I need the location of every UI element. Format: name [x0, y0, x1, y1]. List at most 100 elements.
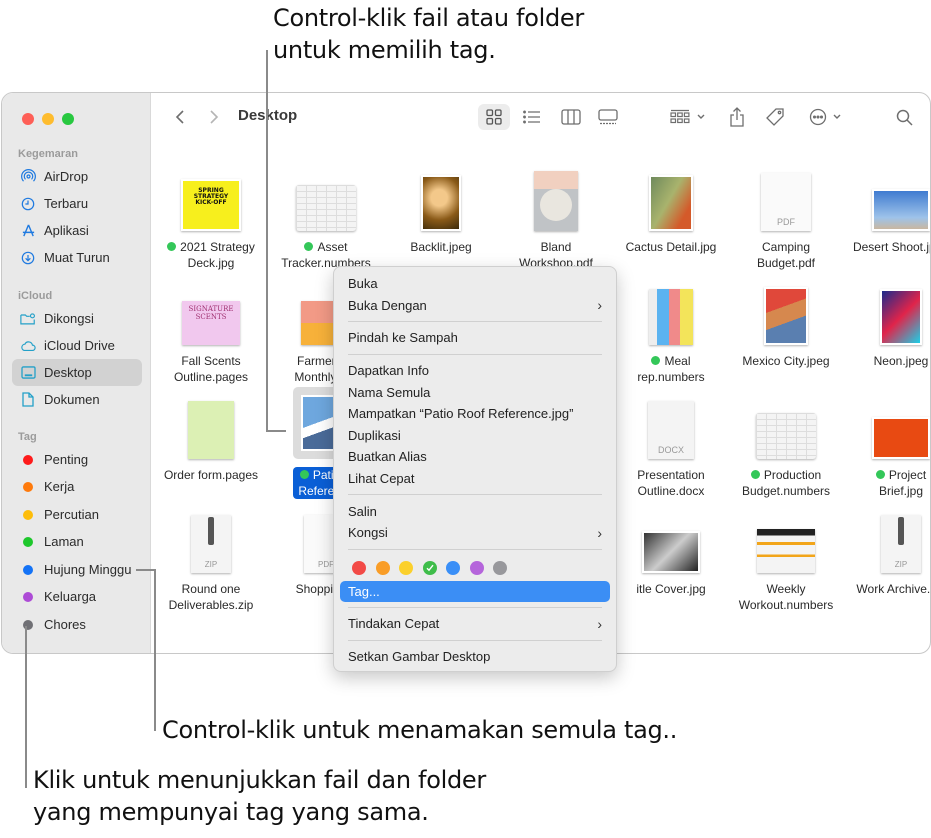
file-item[interactable]: Meal rep.numbers — [616, 273, 726, 385]
clock-icon — [20, 196, 36, 212]
close-button[interactable] — [22, 113, 34, 125]
file-item[interactable]: ZIP Round one Deliverables.zip — [156, 501, 266, 613]
sidebar-tag-penting[interactable]: Penting — [12, 446, 142, 473]
search-button[interactable] — [892, 105, 916, 129]
menu-item-make-alias[interactable]: Buatkan Alias — [334, 446, 616, 468]
leader-line-mid-h — [136, 569, 156, 571]
forward-button[interactable] — [204, 105, 224, 129]
file-thumbnail: SIGNATURE SCENTS — [156, 273, 266, 345]
menu-item-set-desktop-picture[interactable]: Setkan Gambar Desktop — [334, 646, 616, 668]
sidebar-tag-laman[interactable]: Laman — [12, 528, 142, 555]
window-controls — [22, 113, 74, 125]
group-by-button[interactable] — [668, 105, 708, 129]
file-thumbnail: ZIP — [156, 501, 266, 573]
file-item[interactable]: ZIP Work Archive.zip — [846, 501, 930, 597]
chevron-right-icon — [210, 110, 219, 124]
file-name: Neon.jpeg — [873, 354, 929, 368]
file-item[interactable]: Asset Tracker.numbers — [271, 159, 381, 271]
menu-item-quick-actions[interactable]: Tindakan Cepat › — [334, 613, 616, 635]
file-name: Round one Deliverables.zip — [168, 582, 254, 612]
chevron-down-icon — [833, 114, 840, 119]
menu-item-copy[interactable]: Salin — [334, 500, 616, 522]
menu-item-label: Dapatkan Info — [348, 363, 429, 379]
file-item[interactable]: SPRING STRATEGY KICK-OFF 2021 Strategy Deck.… — [156, 159, 266, 271]
file-item[interactable]: Cactus Detail.jpg — [616, 159, 726, 255]
zoom-button[interactable] — [62, 113, 74, 125]
file-thumbnail — [846, 387, 930, 459]
file-item[interactable]: Desert Shoot.jpeg — [846, 159, 930, 255]
file-item[interactable]: PDF Camping Budget.pdf — [731, 159, 841, 271]
applications-icon — [20, 223, 36, 239]
file-item[interactable]: Order form.pages — [156, 387, 266, 483]
sidebar-item-label: Kerja — [44, 479, 75, 494]
download-icon — [20, 250, 36, 266]
blue-tag-icon — [23, 564, 33, 575]
section-tags-label: Tag — [18, 431, 37, 443]
share-button[interactable] — [725, 105, 749, 129]
sidebar-item-recents[interactable]: Terbaru — [12, 190, 142, 217]
tag-color-red[interactable] — [352, 560, 366, 575]
menu-item-move-to-trash[interactable]: Pindah ke Sampah — [334, 327, 616, 349]
menu-item-rename[interactable]: Nama Semula — [334, 381, 616, 403]
sidebar-item-label: Dokumen — [44, 392, 100, 407]
sidebar-item-icloud-drive[interactable]: iCloud Drive — [12, 332, 142, 359]
file-name: Mexico City.jpeg — [742, 354, 830, 368]
tag-button[interactable] — [763, 105, 787, 129]
tag-color-gray[interactable] — [493, 560, 507, 575]
sidebar-item-desktop[interactable]: Desktop — [12, 359, 142, 386]
sidebar-item-shared[interactable]: Dikongsi — [12, 305, 142, 332]
menu-item-open[interactable]: Buka — [334, 273, 616, 295]
menu-item-compress[interactable]: Mampatkan “Patio Roof Reference.jpg” — [334, 403, 616, 425]
sidebar-item-label: Hujung Minggu — [44, 562, 132, 577]
list-view-button[interactable] — [518, 105, 546, 129]
menu-item-quick-look[interactable]: Lihat Cepat — [334, 468, 616, 490]
list-icon — [523, 110, 540, 124]
column-view-button[interactable] — [557, 105, 585, 129]
desktop-icon — [20, 365, 36, 381]
menu-item-duplicate[interactable]: Duplikasi — [334, 425, 616, 447]
tag-color-green[interactable] — [422, 560, 437, 575]
checkmark-icon — [426, 564, 434, 571]
file-name: Weekly Workout.numbers — [738, 582, 834, 612]
back-button[interactable] — [170, 105, 190, 129]
icon-view-button[interactable] — [478, 104, 510, 130]
menu-item-tags[interactable]: Tag... — [340, 580, 610, 603]
file-item[interactable]: Production Budget.numbers — [731, 387, 841, 499]
gallery-view-button[interactable] — [594, 105, 622, 129]
file-item[interactable]: Project Brief.jpg — [846, 387, 930, 499]
file-item[interactable]: Mexico City.jpeg — [731, 273, 841, 369]
sidebar-item-label: iCloud Drive — [44, 338, 115, 353]
minimize-button[interactable] — [42, 113, 54, 125]
file-item[interactable]: Neon.jpeg — [846, 273, 930, 369]
menu-item-open-with[interactable]: Buka Dengan › — [334, 295, 616, 317]
section-favorites-label: Kegemaran — [18, 148, 78, 160]
sidebar-tag-keluarga[interactable]: Keluarga — [12, 583, 142, 610]
tag-color-orange[interactable] — [375, 560, 390, 575]
sidebar-item-applications[interactable]: Aplikasi — [12, 217, 142, 244]
file-item[interactable]: Bland Workshop.pdf — [501, 159, 611, 271]
file-item[interactable]: Weekly Workout.numbers — [731, 501, 841, 613]
tag-color-purple[interactable] — [469, 560, 484, 575]
file-item[interactable]: Backlit.jpeg — [386, 159, 496, 255]
tag-color-yellow[interactable] — [399, 560, 413, 575]
sidebar-item-airdrop[interactable]: AirDrop — [12, 163, 142, 190]
sidebar-item-downloads[interactable]: Muat Turun — [12, 244, 142, 271]
sidebar-item-documents[interactable]: Dokumen — [12, 386, 142, 413]
sidebar-tag-chores[interactable]: Chores — [12, 611, 142, 638]
action-menu-button[interactable] — [805, 105, 845, 129]
green-tag-icon — [651, 356, 661, 365]
file-item[interactable]: DOCX Presentation Outline.docx — [616, 387, 726, 499]
file-name: Production Budget.numbers — [741, 468, 831, 498]
gallery-icon — [598, 109, 618, 125]
green-tag-icon — [299, 470, 309, 479]
sidebar-tag-hujung-minggu[interactable]: Hujung Minggu — [12, 556, 142, 583]
file-item[interactable]: SIGNATURE SCENTS Fall Scents Outline.pages — [156, 273, 266, 385]
sidebar-tag-percutian[interactable]: Percutian — [12, 501, 142, 528]
file-item[interactable]: itle Cover.jpg — [616, 501, 726, 597]
leader-line-bot — [25, 626, 27, 788]
sidebar-item-label: Terbaru — [44, 196, 89, 211]
menu-item-get-info[interactable]: Dapatkan Info — [334, 360, 616, 382]
tag-color-blue[interactable] — [446, 560, 460, 575]
sidebar-tag-kerja[interactable]: Kerja — [12, 473, 142, 500]
menu-item-share[interactable]: Kongsi › — [334, 522, 616, 544]
